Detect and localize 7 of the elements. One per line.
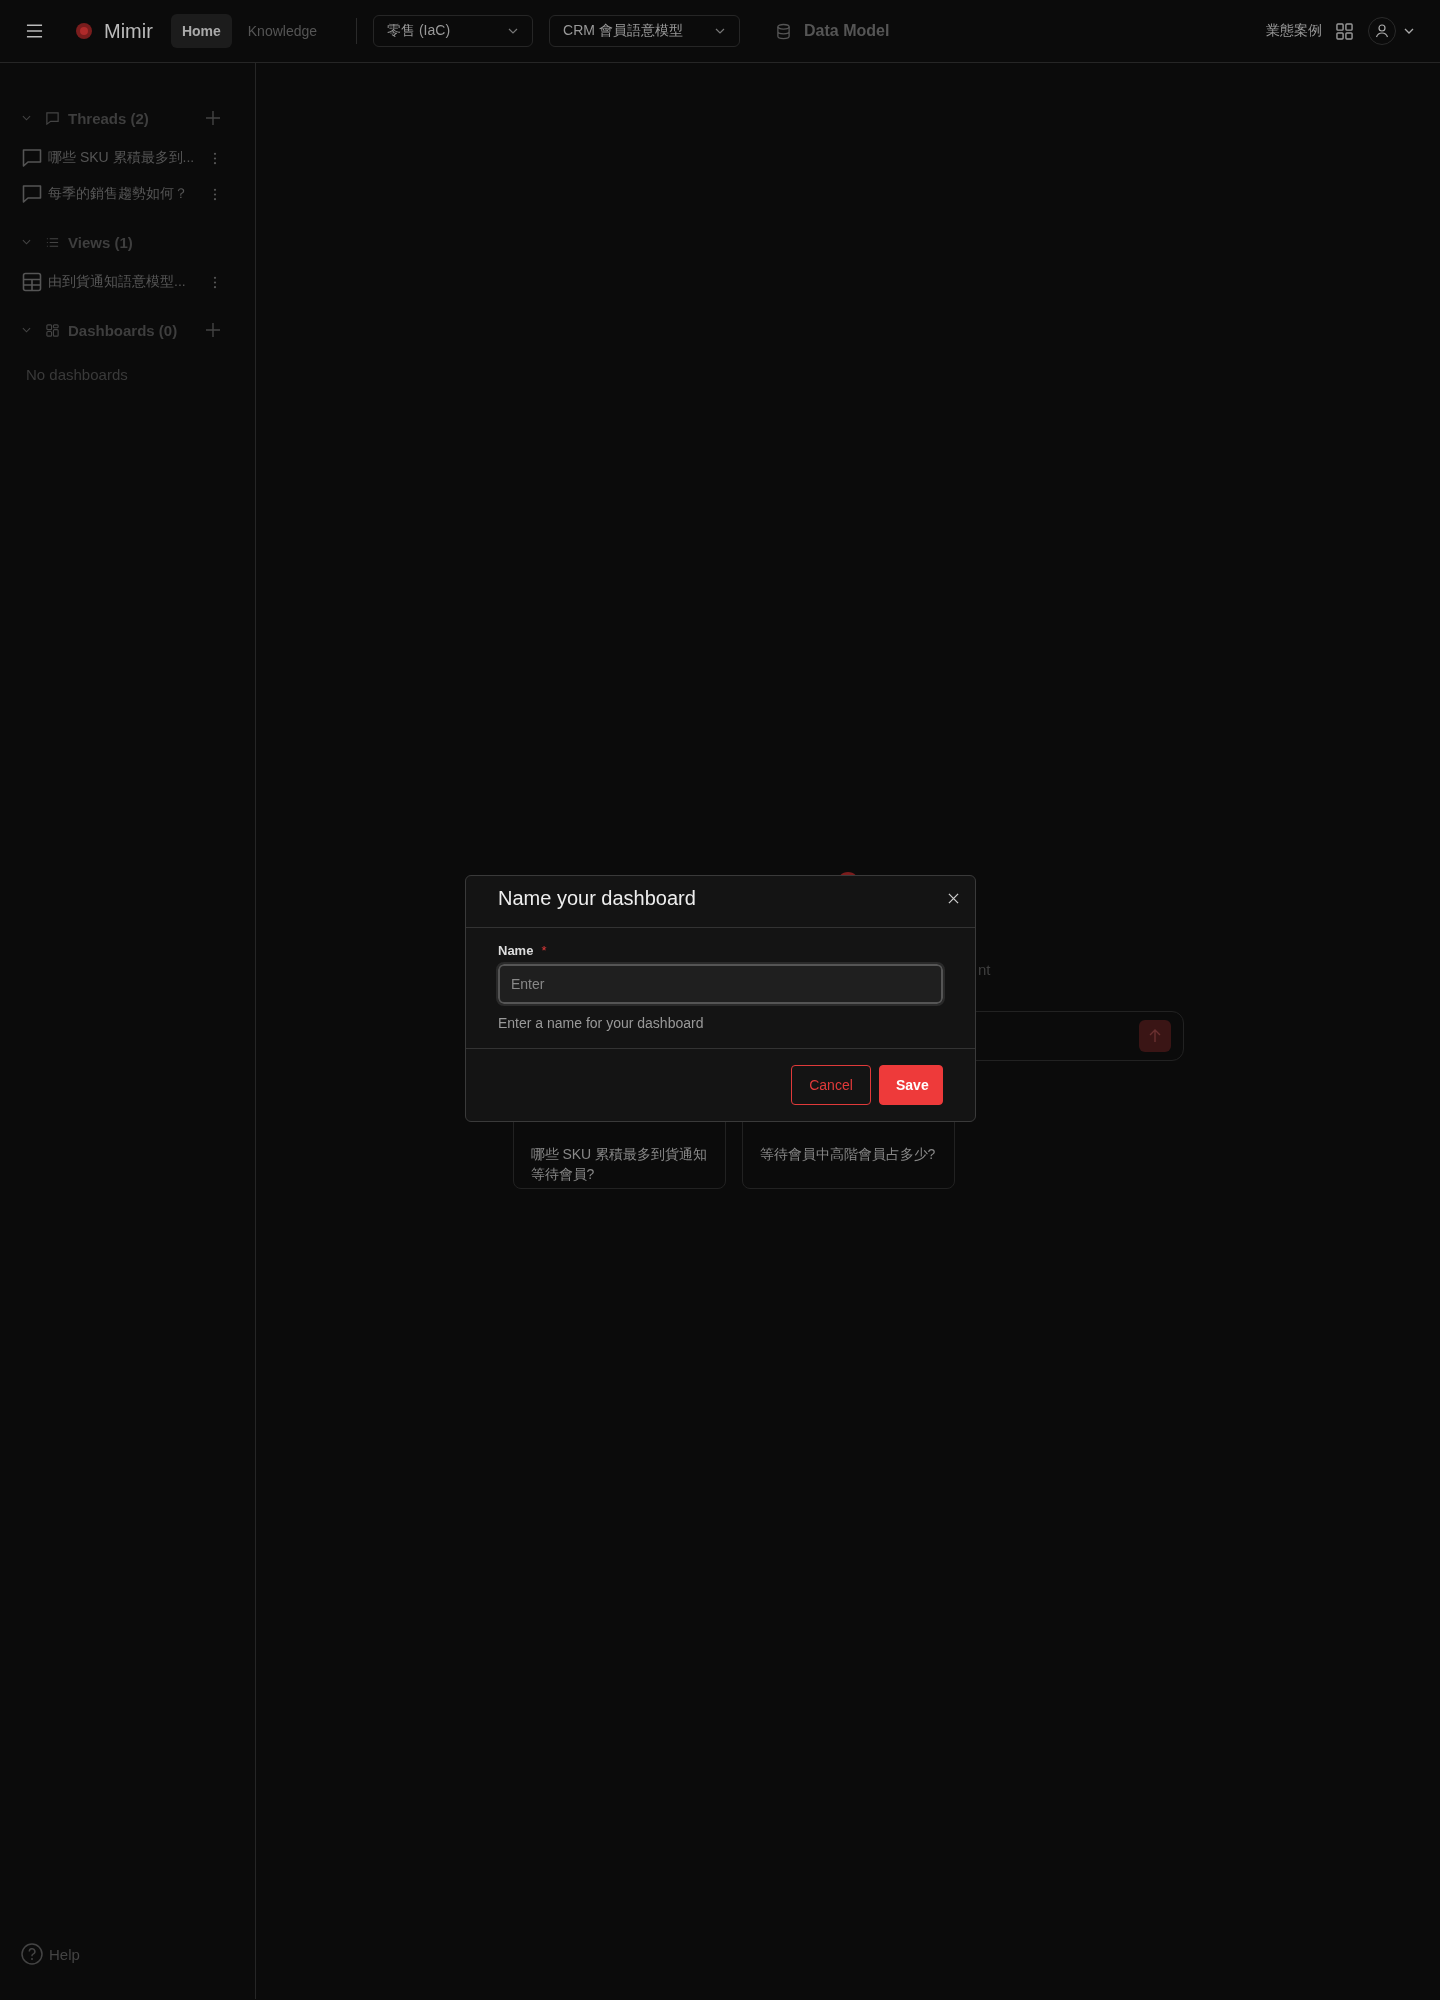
- required-mark: *: [541, 943, 547, 958]
- field-help: Enter a name for your dashboard: [498, 1015, 705, 1031]
- suggestion-text: 等待會員中高階會員占多少?: [759, 1145, 937, 1164]
- brand-name: Mimir: [104, 19, 153, 43]
- field-label: Name: [498, 943, 534, 958]
- suggestion-text: 哪些 SKU 累積最多到貨通知等待會員?: [530, 1145, 709, 1184]
- dialog-title: Name your dashboard: [498, 887, 696, 910]
